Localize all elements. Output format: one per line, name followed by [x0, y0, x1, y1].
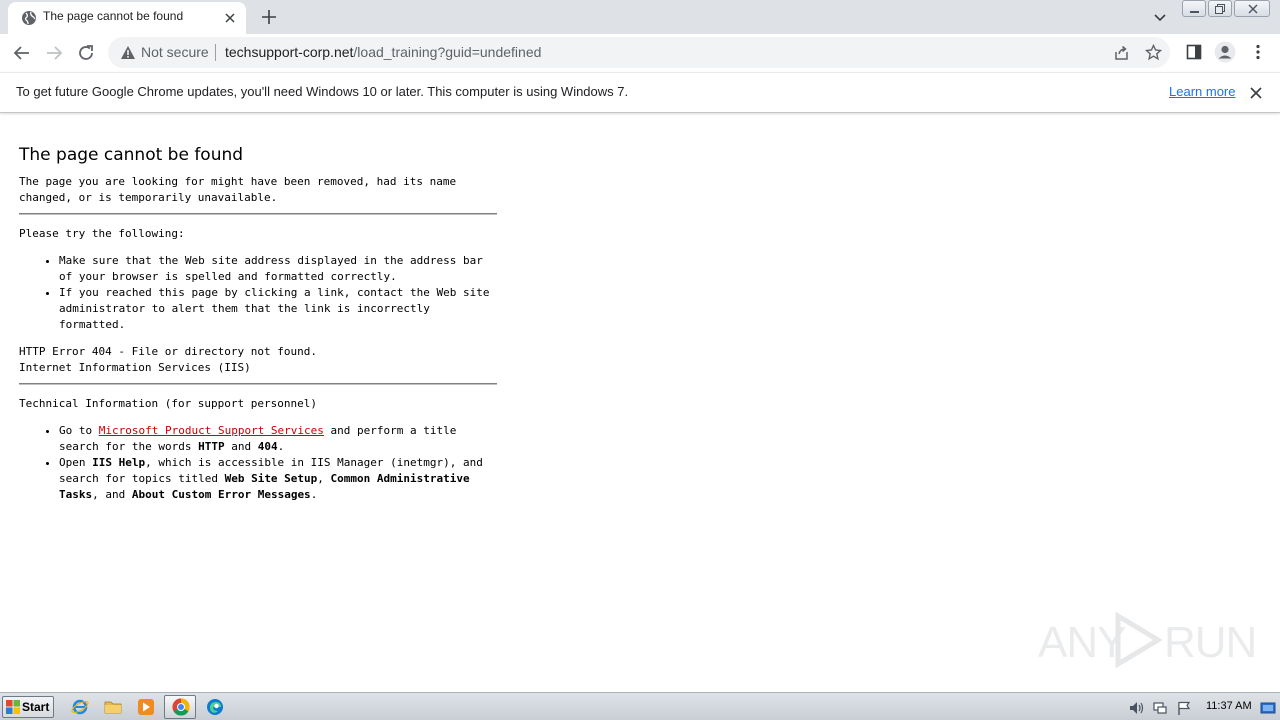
- warning-icon[interactable]: [120, 45, 136, 60]
- security-label[interactable]: Not secure: [141, 44, 209, 60]
- infobar-message: To get future Google Chrome updates, you…: [16, 84, 629, 99]
- text: Open: [59, 456, 93, 469]
- text: ,: [317, 472, 331, 485]
- internet-explorer-icon[interactable]: [71, 698, 89, 716]
- support-services-link[interactable]: Microsoft Product Support Services: [99, 424, 324, 437]
- page-title: The page cannot be found: [19, 145, 244, 165]
- chevron-down-icon[interactable]: [1152, 9, 1168, 25]
- divider: [19, 383, 497, 385]
- window-controls: [1182, 0, 1274, 18]
- start-label: Start: [22, 700, 50, 714]
- browser-toolbar: Not secure techsupport-corp.net/load_tra…: [0, 34, 1280, 72]
- error-description: The page you are looking for might have …: [19, 175, 457, 204]
- bold-text: Web Site Setup: [224, 472, 318, 485]
- list-item: If you reached this page by clicking a l…: [59, 285, 497, 333]
- side-panel-icon[interactable]: [1186, 44, 1202, 60]
- learn-more-link[interactable]: Learn more: [1169, 84, 1235, 99]
- text: .: [277, 440, 285, 453]
- system-tray: [1122, 695, 1280, 719]
- try-list: Make sure that the Web site address disp…: [59, 253, 497, 333]
- new-tab-icon[interactable]: [260, 8, 278, 26]
- back-arrow-icon[interactable]: [12, 43, 32, 63]
- watermark-text-right: RUN: [1164, 618, 1257, 667]
- flag-icon[interactable]: [1176, 700, 1192, 716]
- url-host: techsupport-corp.net: [225, 44, 354, 60]
- edge-icon[interactable]: [206, 698, 224, 716]
- bookmark-star-icon[interactable]: [1145, 44, 1162, 61]
- tab-title: The page cannot be found: [43, 9, 184, 23]
- profile-avatar-icon[interactable]: [1214, 41, 1236, 63]
- tab-active[interactable]: The page cannot be found: [8, 2, 246, 34]
- chrome-icon: [172, 698, 190, 716]
- close-icon[interactable]: [1248, 85, 1264, 101]
- play-icon: [1115, 612, 1163, 668]
- bold-text: About Custom Error Messages: [131, 488, 311, 501]
- tab-strip: The page cannot be found: [0, 0, 1280, 34]
- text: and: [224, 440, 258, 453]
- list-item: Open IIS Help, which is accessible in II…: [59, 455, 497, 503]
- tech-heading: Technical Information (for support perso…: [19, 397, 318, 410]
- http-error: HTTP Error 404 - File or directory not f…: [19, 345, 318, 358]
- more-menu-icon[interactable]: [1252, 44, 1264, 60]
- reload-icon[interactable]: [76, 43, 96, 63]
- speaker-icon[interactable]: [1128, 700, 1144, 716]
- try-heading: Please try the following:: [19, 227, 185, 240]
- show-desktop-icon[interactable]: [1260, 700, 1276, 716]
- bold-text: IIS Help: [92, 456, 146, 469]
- taskbar: Start 11:37 AM: [0, 692, 1280, 720]
- error-page: The page cannot be found The page you ar…: [19, 144, 497, 514]
- bold-text: HTTP: [198, 440, 225, 453]
- update-infobar: To get future Google Chrome updates, you…: [0, 72, 1280, 113]
- text: , and: [92, 488, 132, 501]
- list-item: Make sure that the Web site address disp…: [59, 253, 497, 285]
- divider: [19, 213, 497, 215]
- url-text[interactable]: techsupport-corp.net/load_training?guid=…: [225, 44, 541, 60]
- share-icon[interactable]: [1113, 44, 1130, 61]
- media-player-icon[interactable]: [137, 698, 155, 716]
- chrome-taskbar-button[interactable]: [164, 695, 196, 719]
- text: Go to: [59, 424, 99, 437]
- minimize-button[interactable]: [1182, 0, 1206, 17]
- close-icon: [1248, 4, 1258, 14]
- tech-list: Go to Microsoft Product Support Services…: [59, 423, 497, 503]
- address-bar[interactable]: Not secure techsupport-corp.net/load_tra…: [108, 37, 1170, 68]
- url-path: /load_training?guid=undefined: [353, 44, 542, 60]
- divider: [215, 44, 216, 61]
- bold-text: 404: [257, 440, 278, 453]
- folder-icon[interactable]: [104, 698, 122, 716]
- server-name: Internet Information Services (IIS): [19, 361, 251, 374]
- list-item: Go to Microsoft Product Support Services…: [59, 423, 497, 455]
- globe-icon: [22, 11, 36, 25]
- close-icon[interactable]: [222, 10, 238, 26]
- start-button[interactable]: Start: [2, 696, 54, 718]
- network-icon[interactable]: [1152, 700, 1168, 716]
- text: .: [310, 488, 318, 501]
- forward-arrow-icon[interactable]: [44, 43, 64, 63]
- restore-button[interactable]: [1208, 0, 1232, 17]
- clock[interactable]: 11:37 AM: [1206, 700, 1252, 712]
- anyrun-watermark: ANY RUN: [1038, 608, 1257, 672]
- close-window-button[interactable]: [1234, 0, 1270, 17]
- windows-logo-icon: [6, 700, 20, 714]
